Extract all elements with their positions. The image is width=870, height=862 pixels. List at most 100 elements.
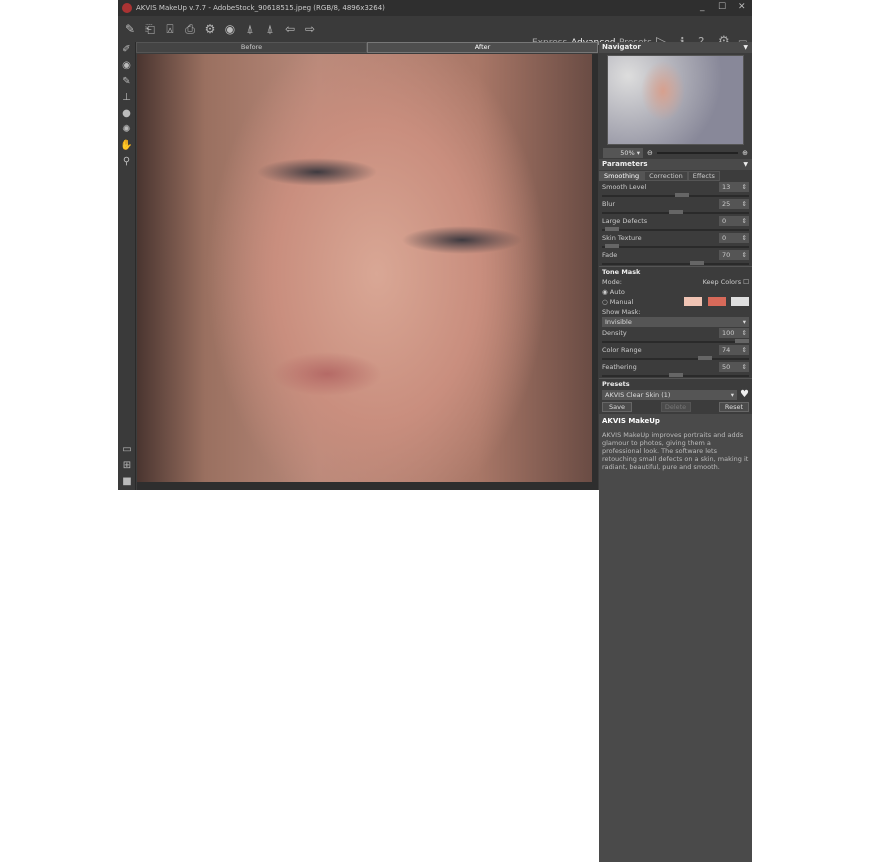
- slider-track[interactable]: [602, 210, 749, 214]
- pencil-tool-icon[interactable]: ✎: [118, 74, 135, 90]
- spinner-arrows-icon: ⇕: [741, 217, 747, 225]
- preset-select[interactable]: AKVIS Clear Skin (1) ▾: [602, 389, 738, 400]
- slider-label: Feathering: [602, 363, 637, 371]
- value-spinner[interactable]: 0 ⇕: [719, 216, 749, 226]
- save-image-icon[interactable]: ⍓: [162, 21, 178, 37]
- zoom-tool-icon[interactable]: ⚲: [118, 154, 135, 170]
- slider-value: 25: [722, 200, 731, 208]
- zoom-out-icon[interactable]: ⊖: [647, 149, 653, 157]
- eye-tool-icon[interactable]: ◉: [118, 58, 135, 74]
- zoom-slider[interactable]: [656, 152, 739, 154]
- slider-handle[interactable]: [735, 339, 749, 343]
- save-preset-button[interactable]: Save: [602, 402, 632, 412]
- favorite-heart-icon[interactable]: ♥: [740, 389, 749, 400]
- chevron-down-icon: ▾: [742, 318, 746, 326]
- value-spinner[interactable]: 100 ⇕: [719, 328, 749, 338]
- show-mask-value: Invisible: [605, 318, 632, 326]
- undo-arrow-icon[interactable]: ⇦: [282, 21, 298, 37]
- tab-correction[interactable]: Correction: [644, 171, 688, 181]
- value-spinner[interactable]: 0 ⇕: [719, 233, 749, 243]
- tab-effects[interactable]: Effects: [687, 171, 720, 181]
- tone-swatch-2[interactable]: [708, 297, 726, 306]
- value-spinner[interactable]: 74 ⇕: [719, 345, 749, 355]
- slider-label: Smooth Level: [602, 183, 647, 191]
- value-spinner[interactable]: 25 ⇕: [719, 199, 749, 209]
- tab-smoothing[interactable]: Smoothing: [599, 171, 645, 181]
- keep-colors-checkbox[interactable]: Keep Colors ☐: [703, 278, 749, 286]
- app-window: AKVIS MakeUp v.7.7 - AdobeStock_90618515…: [118, 0, 752, 862]
- slider-handle[interactable]: [675, 193, 690, 197]
- show-mask-select[interactable]: Invisible ▾: [602, 317, 749, 327]
- eraser-tool-icon[interactable]: ✐: [118, 42, 135, 58]
- view-split-icon[interactable]: ⊞: [118, 458, 136, 474]
- manual-radio[interactable]: ○ Manual: [599, 297, 752, 307]
- parameters-title: Parameters: [602, 160, 648, 168]
- slider-handle[interactable]: [604, 244, 619, 248]
- slider-handle[interactable]: [689, 261, 704, 265]
- print-icon[interactable]: ⎙: [182, 21, 198, 37]
- zoom-select[interactable]: 50% ▾: [603, 148, 643, 158]
- close-button[interactable]: ✕: [738, 2, 746, 12]
- delete-preset-button[interactable]: Delete: [660, 402, 691, 412]
- spinner-arrows-icon: ⇕: [741, 234, 747, 242]
- slider-track[interactable]: [602, 244, 749, 248]
- value-spinner[interactable]: 13 ⇕: [719, 182, 749, 192]
- background-color-icon[interactable]: ■: [118, 474, 136, 490]
- slider-value: 0: [722, 234, 727, 242]
- collapse-icon[interactable]: ▼: [743, 42, 748, 53]
- auto-radio[interactable]: ◉ Auto: [599, 287, 752, 297]
- parameter-tabs: Smoothing Correction Effects: [599, 171, 752, 181]
- export-icon[interactable]: ⍋: [262, 21, 278, 37]
- slider-color-range: Color Range 74 ⇕: [599, 344, 752, 361]
- navigator-header[interactable]: Navigator ▼: [599, 42, 752, 53]
- slider-skin-texture: Skin Texture 0 ⇕: [599, 232, 752, 249]
- settings-gears-icon[interactable]: ⚙: [202, 21, 218, 37]
- slider-track[interactable]: [602, 339, 749, 343]
- slider-value: 70: [722, 251, 731, 259]
- slider-handle[interactable]: [697, 356, 712, 360]
- tab-before[interactable]: Before: [136, 42, 367, 53]
- value-spinner[interactable]: 70 ⇕: [719, 250, 749, 260]
- value-spinner[interactable]: 50 ⇕: [719, 362, 749, 372]
- info-panel: AKVIS MakeUp AKVIS MakeUp improves portr…: [599, 414, 752, 862]
- redo-arrow-icon[interactable]: ⇨: [302, 21, 318, 37]
- zoom-in-icon[interactable]: ⊕: [742, 149, 748, 157]
- collapse-icon[interactable]: ▼: [743, 159, 748, 170]
- view-single-icon[interactable]: ▭: [118, 442, 136, 458]
- drop-tool-icon[interactable]: ●: [118, 106, 135, 122]
- slider-track[interactable]: [602, 227, 749, 231]
- stamp-tool-icon[interactable]: ⊥: [118, 90, 135, 106]
- slider-track[interactable]: [602, 356, 749, 360]
- auto-label: Auto: [609, 288, 625, 296]
- slider-handle[interactable]: [668, 373, 683, 377]
- hand-tool-icon[interactable]: ✋: [118, 138, 135, 154]
- plugin-icon[interactable]: ◉: [222, 21, 238, 37]
- parameters-header[interactable]: Parameters ▼: [599, 159, 752, 170]
- healing-tool-icon[interactable]: ✺: [118, 122, 135, 138]
- slider-label: Large Defects: [602, 217, 648, 225]
- spinner-arrows-icon: ⇕: [741, 363, 747, 371]
- mode-label: Mode:: [602, 278, 622, 286]
- import-icon[interactable]: ⍋: [242, 21, 258, 37]
- slider-handle[interactable]: [604, 227, 619, 231]
- maximize-button[interactable]: ☐: [718, 2, 726, 12]
- chevron-down-icon: ▾: [730, 390, 735, 399]
- title-bar: AKVIS MakeUp v.7.7 - AdobeStock_90618515…: [118, 0, 752, 16]
- navigator-title: Navigator: [602, 43, 641, 51]
- minimize-button[interactable]: _: [700, 2, 705, 12]
- tone-swatch-3[interactable]: [731, 297, 749, 306]
- reset-preset-button[interactable]: Reset: [719, 402, 749, 412]
- navigator-preview[interactable]: [607, 55, 744, 145]
- vertical-scrollbar[interactable]: [592, 54, 598, 482]
- open-image-icon[interactable]: ⎗: [142, 21, 158, 37]
- mode-row: Mode: Keep Colors ☐: [599, 277, 752, 287]
- slider-label: Color Range: [602, 346, 642, 354]
- tone-swatch-1[interactable]: [684, 297, 702, 306]
- slider-track[interactable]: [602, 373, 749, 377]
- image-canvas[interactable]: [137, 54, 592, 482]
- horizontal-scrollbar[interactable]: [137, 482, 598, 490]
- tab-after[interactable]: After: [367, 42, 598, 53]
- slider-handle[interactable]: [668, 210, 683, 214]
- slider-track[interactable]: [602, 193, 749, 197]
- slider-track[interactable]: [602, 261, 749, 265]
